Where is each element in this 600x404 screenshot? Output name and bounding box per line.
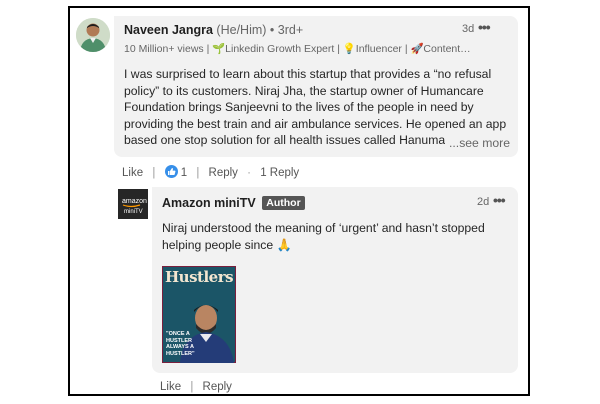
commenter-headline: 10 Million+ views | 🌱 Linkedin Growth Ex… <box>124 42 471 55</box>
lightbulb-icon: 💡 <box>342 43 356 55</box>
like-button[interactable]: Like <box>122 167 143 179</box>
author-badge: Author <box>262 196 305 210</box>
reply-time: 2d <box>477 196 490 208</box>
reply-more-icon[interactable]: ••• <box>493 192 506 208</box>
sprout-icon: 🌱 <box>212 43 226 55</box>
headline-influencer: Influencer | <box>355 43 408 55</box>
comment-bubble: Naveen Jangra (He/Him) • 3rd+ 3d ••• 10 … <box>114 16 518 157</box>
see-more-link[interactable]: ...see more <box>445 136 510 150</box>
commenter-name-row: Naveen Jangra (He/Him) • 3rd+ <box>124 23 303 37</box>
separator: | <box>196 167 200 179</box>
commenter-name[interactable]: Naveen Jangra <box>124 23 213 37</box>
reply-bubble: Amazon miniTV Author 2d ••• Niraj unders… <box>152 187 518 373</box>
rocket-icon: 🚀 <box>410 43 424 55</box>
dot-separator: · <box>247 167 251 179</box>
reply-actions: Like | Reply <box>160 381 232 393</box>
comment-actions: Like | 1 | Reply · 1 Reply <box>122 165 299 179</box>
headline-views: 10 Million+ views | <box>124 43 210 55</box>
reply-author-avatar[interactable]: amazon miniTV <box>118 189 148 219</box>
connection-degree: • 3rd+ <box>269 23 304 37</box>
minitv-logo-text: miniTV <box>124 209 143 215</box>
reply-text: Niraj understood the meaning of ‘urgent’… <box>162 221 485 252</box>
comment-more-icon[interactable]: ••• <box>478 19 491 35</box>
separator: | <box>190 381 194 393</box>
reply-count[interactable]: 1 Reply <box>260 167 299 179</box>
headline-growth: Linkedin Growth Expert | <box>225 43 340 55</box>
separator: | <box>152 167 156 179</box>
magazine-cover-image[interactable]: Hustlers "ONCE A HUSTLER ALWAYS A HUSTLE… <box>162 266 236 363</box>
magazine-quote: "ONCE A HUSTLER ALWAYS A HUSTLER" <box>166 331 195 357</box>
reply-button[interactable]: Reply <box>209 167 238 179</box>
comment-time: 3d <box>462 23 475 35</box>
headline-content: Content… <box>423 43 471 55</box>
comment-thread: Naveen Jangra (He/Him) • 3rd+ 3d ••• 10 … <box>68 6 530 396</box>
reply-author-name[interactable]: Amazon miniTV <box>162 196 256 210</box>
commenter-pronouns: (He/Him) <box>216 23 267 37</box>
thumbs-up-reaction-icon[interactable] <box>164 165 178 178</box>
amazon-logo-text: amazon <box>122 198 147 205</box>
reply-reply-button[interactable]: Reply <box>203 381 232 393</box>
commenter-avatar[interactable] <box>76 18 110 52</box>
reply-like-button[interactable]: Like <box>160 381 181 393</box>
reply-author-row: Amazon miniTV Author <box>162 196 305 210</box>
reaction-count[interactable]: 1 <box>181 167 187 179</box>
magazine-title: Hustlers <box>165 268 234 286</box>
